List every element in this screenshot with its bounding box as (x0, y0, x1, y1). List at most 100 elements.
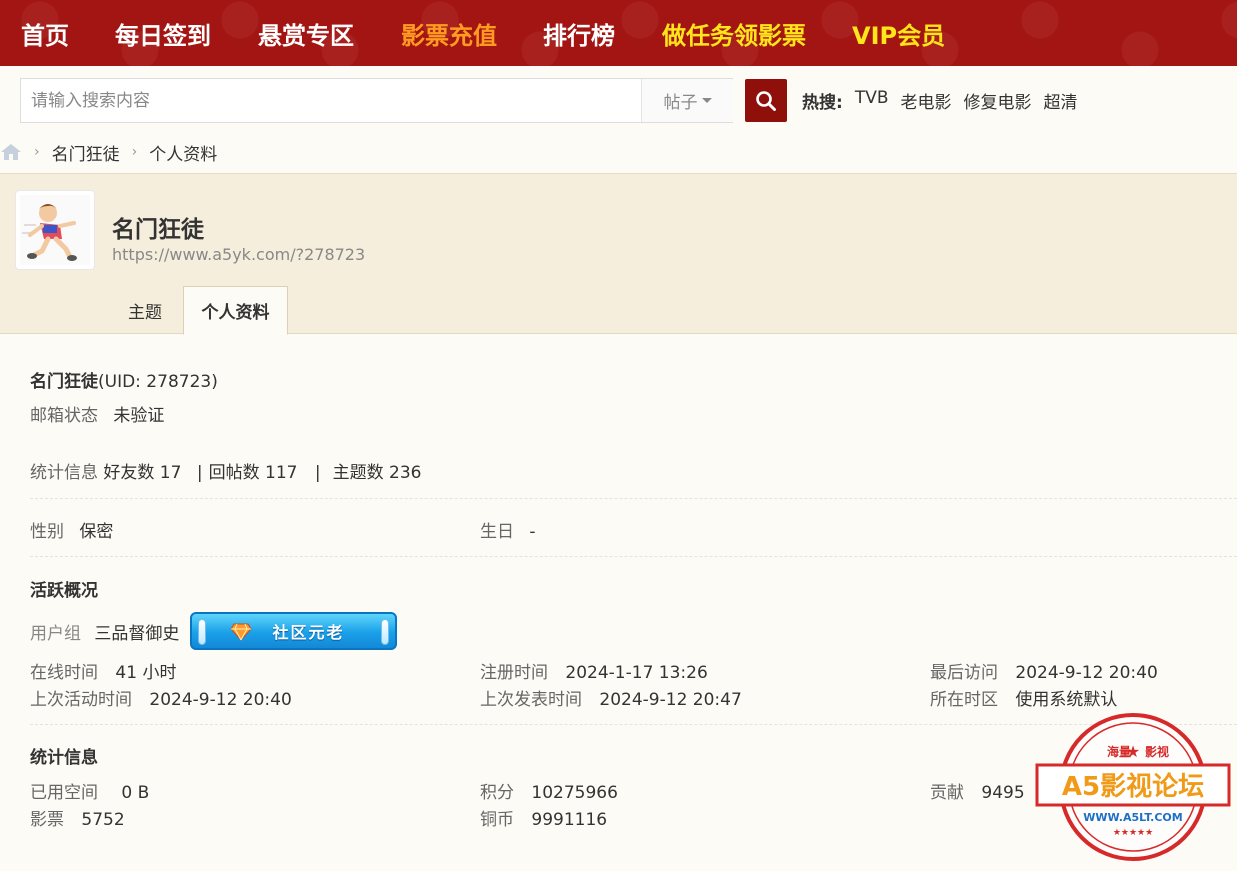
nav-vip[interactable]: VIP会员 (852, 16, 945, 51)
tab-topics[interactable]: 主题 (110, 286, 180, 335)
topics-count-link[interactable]: 主题数 236 (333, 463, 422, 483)
last-visit-row: 最后访问 2024-9-12 20:40 (930, 658, 1158, 683)
online-time-value: 41 小时 (115, 663, 177, 683)
breadcrumb-user-link[interactable]: 名门狂徒 (52, 140, 120, 165)
contribution-label: 贡献 (930, 783, 964, 803)
forum-logo-stamp: 海量 ★ 影视 A5影视论坛 WWW.A5LT.COM ★★★★★ (1035, 713, 1231, 861)
badge-right-bar (381, 619, 389, 645)
breadcrumb-separator: › (131, 144, 138, 160)
tab-profile[interactable]: 个人资料 (183, 286, 288, 335)
email-value: 未验证 (113, 406, 165, 426)
email-row: 邮箱状态 未验证 (30, 401, 164, 426)
stamp-top-right: 影视 (1145, 744, 1169, 759)
search-input[interactable] (21, 79, 641, 122)
online-time-row: 在线时间 41 小时 (30, 658, 176, 683)
points-row: 积分 10275966 (480, 778, 618, 803)
stamp-stars: ★★★★★ (1113, 828, 1153, 838)
user-group-label: 用户组 (30, 624, 81, 644)
stats-separator: | (314, 463, 321, 483)
avatar[interactable] (15, 190, 95, 270)
timezone-value: 使用系统默认 (1015, 690, 1118, 710)
info-uid: (UID: 278723) (98, 372, 218, 392)
search-type-label: 帖子 (663, 93, 698, 113)
hot-search: 热搜: TVB 老电影 修复电影 超清 (802, 88, 1078, 113)
badge-text: 社区元老 (272, 623, 345, 642)
replies-count-link[interactable]: 回帖数 117 (209, 463, 298, 483)
breadcrumb: › 名门狂徒 › 个人资料 (0, 140, 218, 165)
tickets-label: 影票 (30, 810, 64, 830)
register-time-row: 注册时间 2024-1-17 13:26 (480, 658, 708, 683)
chevron-down-icon (701, 98, 712, 103)
space-value: 0 B (121, 783, 150, 803)
register-time-value: 2024-1-17 13:26 (565, 663, 708, 683)
divider (30, 556, 1237, 557)
breadcrumb-separator: › (34, 144, 40, 160)
hot-term-link[interactable]: 修复电影 (964, 88, 1032, 113)
stats-summary-row: 统计信息 好友数 17 | 回帖数 117 | 主题数 236 (30, 458, 421, 483)
hot-term-link[interactable]: 超清 (1044, 88, 1078, 113)
email-label: 邮箱状态 (30, 406, 98, 426)
stats-title: 统计信息 (30, 748, 98, 768)
last-post-row: 上次发表时间 2024-9-12 20:47 (480, 685, 742, 710)
last-visit-label: 最后访问 (930, 663, 998, 683)
user-group-value[interactable]: 三品督御史 (94, 624, 179, 644)
nav-home[interactable]: 首页 (21, 16, 69, 51)
nav-ticket-recharge[interactable]: 影票充值 (401, 16, 497, 51)
top-nav: 首页 每日签到 悬赏专区 影票充值 排行榜 做任务领影票 VIP会员 (0, 0, 1237, 66)
points-value: 10275966 (531, 783, 618, 803)
online-time-label: 在线时间 (30, 663, 98, 683)
last-post-label: 上次发表时间 (480, 690, 582, 710)
profile-url[interactable]: https://www.a5yk.com/?278723 (112, 245, 365, 264)
stamp-url: WWW.A5LT.COM (1083, 811, 1182, 824)
points-label: 积分 (480, 783, 514, 803)
search-button[interactable] (745, 79, 787, 122)
nav-ranking[interactable]: 排行榜 (543, 16, 615, 51)
profile-header: 名门狂徒 https://www.a5yk.com/?278723 主题 个人资… (0, 173, 1237, 335)
birthday-row: 生日 - (480, 517, 536, 542)
profile-name: 名门狂徒 (112, 217, 204, 243)
name-uid-row: 名门狂徒(UID: 278723) (30, 367, 218, 392)
birthday-label: 生日 (480, 522, 514, 542)
home-icon[interactable] (0, 143, 22, 161)
hot-search-label: 热搜: (802, 93, 843, 113)
user-group-badge: 社区元老 (190, 612, 397, 650)
stamp-main-text: A5影视论坛 (1062, 772, 1204, 802)
contribution-row: 贡献 9495 (930, 778, 1025, 803)
gender-label: 性别 (30, 522, 64, 542)
coins-label: 铜币 (480, 810, 514, 830)
tickets-value: 5752 (81, 810, 125, 830)
space-label: 已用空间 (30, 783, 98, 803)
info-name: 名门狂徒 (30, 372, 98, 392)
stats-label: 统计信息 (30, 463, 98, 483)
timezone-label: 所在时区 (930, 690, 998, 710)
birthday-value: - (529, 522, 536, 542)
star-icon: ★ (1126, 742, 1140, 761)
coins-row: 铜币 9991116 (480, 805, 607, 830)
last-active-row: 上次活动时间 2024-9-12 20:40 (30, 685, 292, 710)
last-active-label: 上次活动时间 (30, 690, 132, 710)
gender-value: 保密 (79, 522, 114, 542)
contribution-value: 9495 (981, 783, 1025, 803)
user-group-row: 用户组 三品督御史 (30, 619, 179, 644)
gender-row: 性别 保密 (30, 517, 113, 542)
activity-title: 活跃概况 (30, 581, 98, 601)
diamond-icon (230, 623, 252, 641)
nav-tasks[interactable]: 做任务领影票 (662, 16, 806, 51)
nav-daily-checkin[interactable]: 每日签到 (115, 16, 211, 51)
hot-term-link[interactable]: TVB (855, 88, 889, 113)
last-visit-value: 2024-9-12 20:40 (1015, 663, 1158, 683)
breadcrumb-current: 个人资料 (149, 144, 218, 165)
register-time-label: 注册时间 (480, 663, 548, 683)
friends-count-link[interactable]: 好友数 17 (103, 463, 181, 483)
runner-avatar-image (20, 195, 90, 265)
search-icon (756, 90, 776, 111)
hot-term-link[interactable]: 老电影 (901, 88, 952, 113)
search-type-dropdown[interactable]: 帖子 (641, 79, 733, 122)
stats-separator: | (196, 463, 203, 483)
last-post-value: 2024-9-12 20:47 (599, 690, 742, 710)
nav-bounty[interactable]: 悬赏专区 (258, 16, 354, 51)
space-row: 已用空间 0 B (30, 778, 149, 803)
divider (30, 498, 1237, 499)
search-box: 帖子 (20, 78, 733, 123)
last-active-value: 2024-9-12 20:40 (149, 690, 292, 710)
